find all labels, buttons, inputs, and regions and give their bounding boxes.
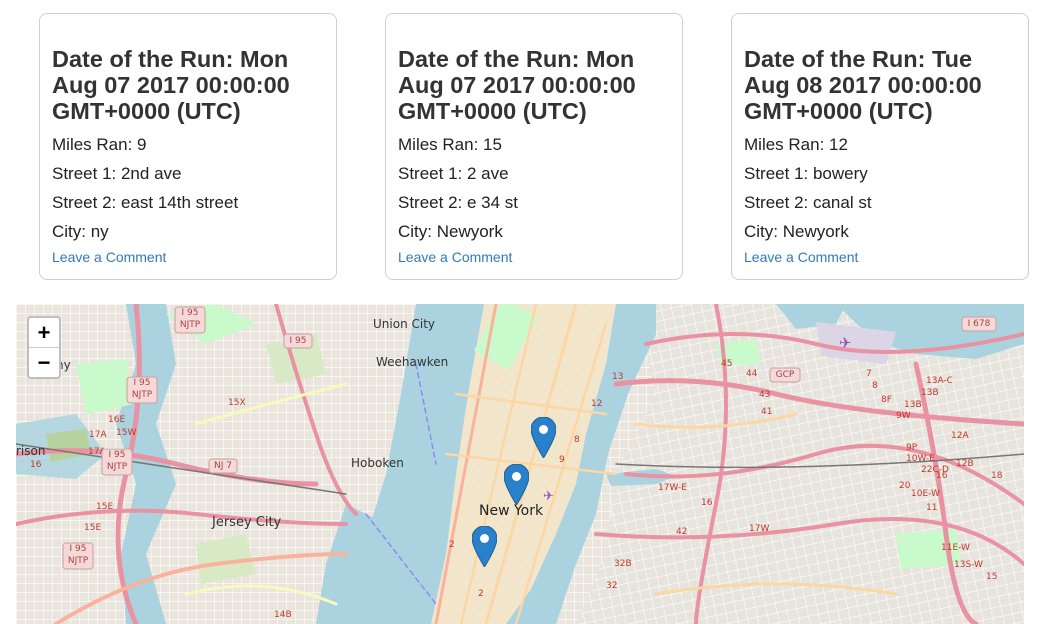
svg-text:2: 2 (478, 589, 484, 599)
miles-ran: Miles Ran: 12 (744, 135, 848, 154)
leave-comment-link[interactable]: Leave a Comment (398, 249, 512, 265)
map-marker-2[interactable] (504, 464, 529, 505)
shield-label-i95-njtp-2: I 95 NJTP (131, 378, 153, 400)
zoom-out-button[interactable]: − (29, 347, 59, 377)
svg-text:7: 7 (866, 369, 872, 379)
map-marker-3[interactable] (472, 526, 497, 567)
shield-label-i95-njtp-3: I 95 NJTP (106, 450, 128, 472)
svg-text:15: 15 (986, 572, 997, 582)
svg-text:15E: 15E (96, 502, 113, 512)
svg-text:16: 16 (936, 471, 948, 481)
svg-text:2: 2 (449, 540, 455, 550)
run-date: Date of the Run: Mon Aug 07 2017 00:00:0… (398, 46, 636, 124)
svg-text:8F: 8F (881, 395, 892, 405)
run-date: Date of the Run: Mon Aug 07 2017 00:00:0… (52, 46, 290, 124)
svg-text:10E-W: 10E-W (911, 489, 940, 499)
street-2: Street 2: canal st (744, 193, 872, 212)
svg-text:11: 11 (926, 503, 937, 513)
run-card-3: Date of the Run: Tue Aug 08 2017 00:00:0… (731, 13, 1029, 280)
svg-text:13A-C: 13A-C (926, 376, 953, 386)
svg-text:13S-W: 13S-W (954, 560, 983, 570)
svg-text:15E: 15E (84, 523, 101, 533)
svg-text:8: 8 (872, 381, 878, 391)
map[interactable]: 15X 16E 15W 17A 17A 16 15E 15E 14B 45 44 43 41 13… (16, 304, 1024, 624)
street-1: Street 1: 2 ave (398, 164, 509, 183)
svg-text:42: 42 (676, 527, 687, 537)
svg-text:16E: 16E (108, 415, 125, 425)
svg-text:32B: 32B (614, 559, 632, 569)
shield-label-i678: I 678 (967, 319, 991, 329)
shield-label-i95: I 95 (289, 336, 307, 346)
svg-text:9P: 9P (906, 443, 918, 453)
svg-text:32: 32 (606, 581, 617, 591)
svg-text:13B: 13B (921, 388, 939, 398)
run-date: Date of the Run: Tue Aug 08 2017 00:00:0… (744, 46, 982, 124)
place-rison: rison (16, 444, 46, 458)
zoom-in-button[interactable]: + (29, 318, 59, 347)
place-hoboken: Hoboken (351, 456, 404, 470)
svg-text:11E-W: 11E-W (941, 543, 970, 553)
miles-ran: Miles Ran: 15 (398, 135, 502, 154)
airport-icon: ✈ (839, 334, 852, 352)
svg-text:15X: 15X (228, 398, 246, 408)
svg-text:17W-E: 17W-E (658, 483, 687, 493)
svg-text:10W-E: 10W-E (906, 454, 935, 464)
zoom-control: + − (27, 316, 61, 379)
shield-label-i95-njtp-4: I 95 NJTP (67, 544, 89, 566)
svg-text:9: 9 (559, 455, 565, 465)
heliport-icon: ✈ (543, 489, 554, 504)
map-marker-1[interactable] (531, 417, 556, 458)
svg-text:8: 8 (574, 435, 580, 445)
shield-label-nj7: NJ 7 (214, 461, 232, 471)
svg-text:41: 41 (761, 407, 772, 417)
svg-text:17W: 17W (749, 524, 769, 534)
svg-text:45: 45 (721, 359, 732, 369)
svg-text:14B: 14B (274, 610, 292, 620)
place-weehawken: Weehawken (376, 355, 449, 369)
svg-text:9W: 9W (896, 411, 911, 421)
svg-text:44: 44 (746, 369, 758, 379)
svg-text:20: 20 (899, 481, 911, 491)
city: City: Newyork (744, 222, 849, 241)
leave-comment-link[interactable]: Leave a Comment (52, 249, 166, 265)
svg-text:15W: 15W (116, 428, 136, 438)
shield-label-i95-njtp-1: I 95 NJTP (179, 308, 201, 330)
svg-text:17A: 17A (89, 430, 107, 440)
svg-text:43: 43 (759, 390, 770, 400)
street-2: Street 2: east 14th street (52, 193, 239, 212)
svg-text:16: 16 (701, 498, 713, 508)
svg-text:12: 12 (591, 399, 602, 409)
city: City: ny (52, 222, 109, 241)
run-card-1: Date of the Run: Mon Aug 07 2017 00:00:0… (39, 13, 337, 280)
svg-text:12B: 12B (956, 459, 974, 469)
run-card-2: Date of the Run: Mon Aug 07 2017 00:00:0… (385, 13, 683, 280)
svg-text:13B: 13B (904, 400, 922, 410)
shield-label-gcp: GCP (775, 370, 795, 380)
miles-ran: Miles Ran: 9 (52, 135, 147, 154)
svg-text:12A: 12A (951, 431, 969, 441)
street-1: Street 1: bowery (744, 164, 868, 183)
place-jersey-city: Jersey City (212, 515, 282, 530)
place-union-city: Union City (373, 317, 436, 331)
place-new-york: New York (479, 503, 544, 519)
svg-text:16: 16 (30, 460, 42, 470)
street-1: Street 1: 2nd ave (52, 164, 182, 183)
street-2: Street 2: e 34 st (398, 193, 519, 212)
leave-comment-link[interactable]: Leave a Comment (744, 249, 858, 265)
svg-text:13: 13 (612, 372, 623, 382)
svg-text:18: 18 (991, 471, 1003, 481)
city: City: Newyork (398, 222, 503, 241)
